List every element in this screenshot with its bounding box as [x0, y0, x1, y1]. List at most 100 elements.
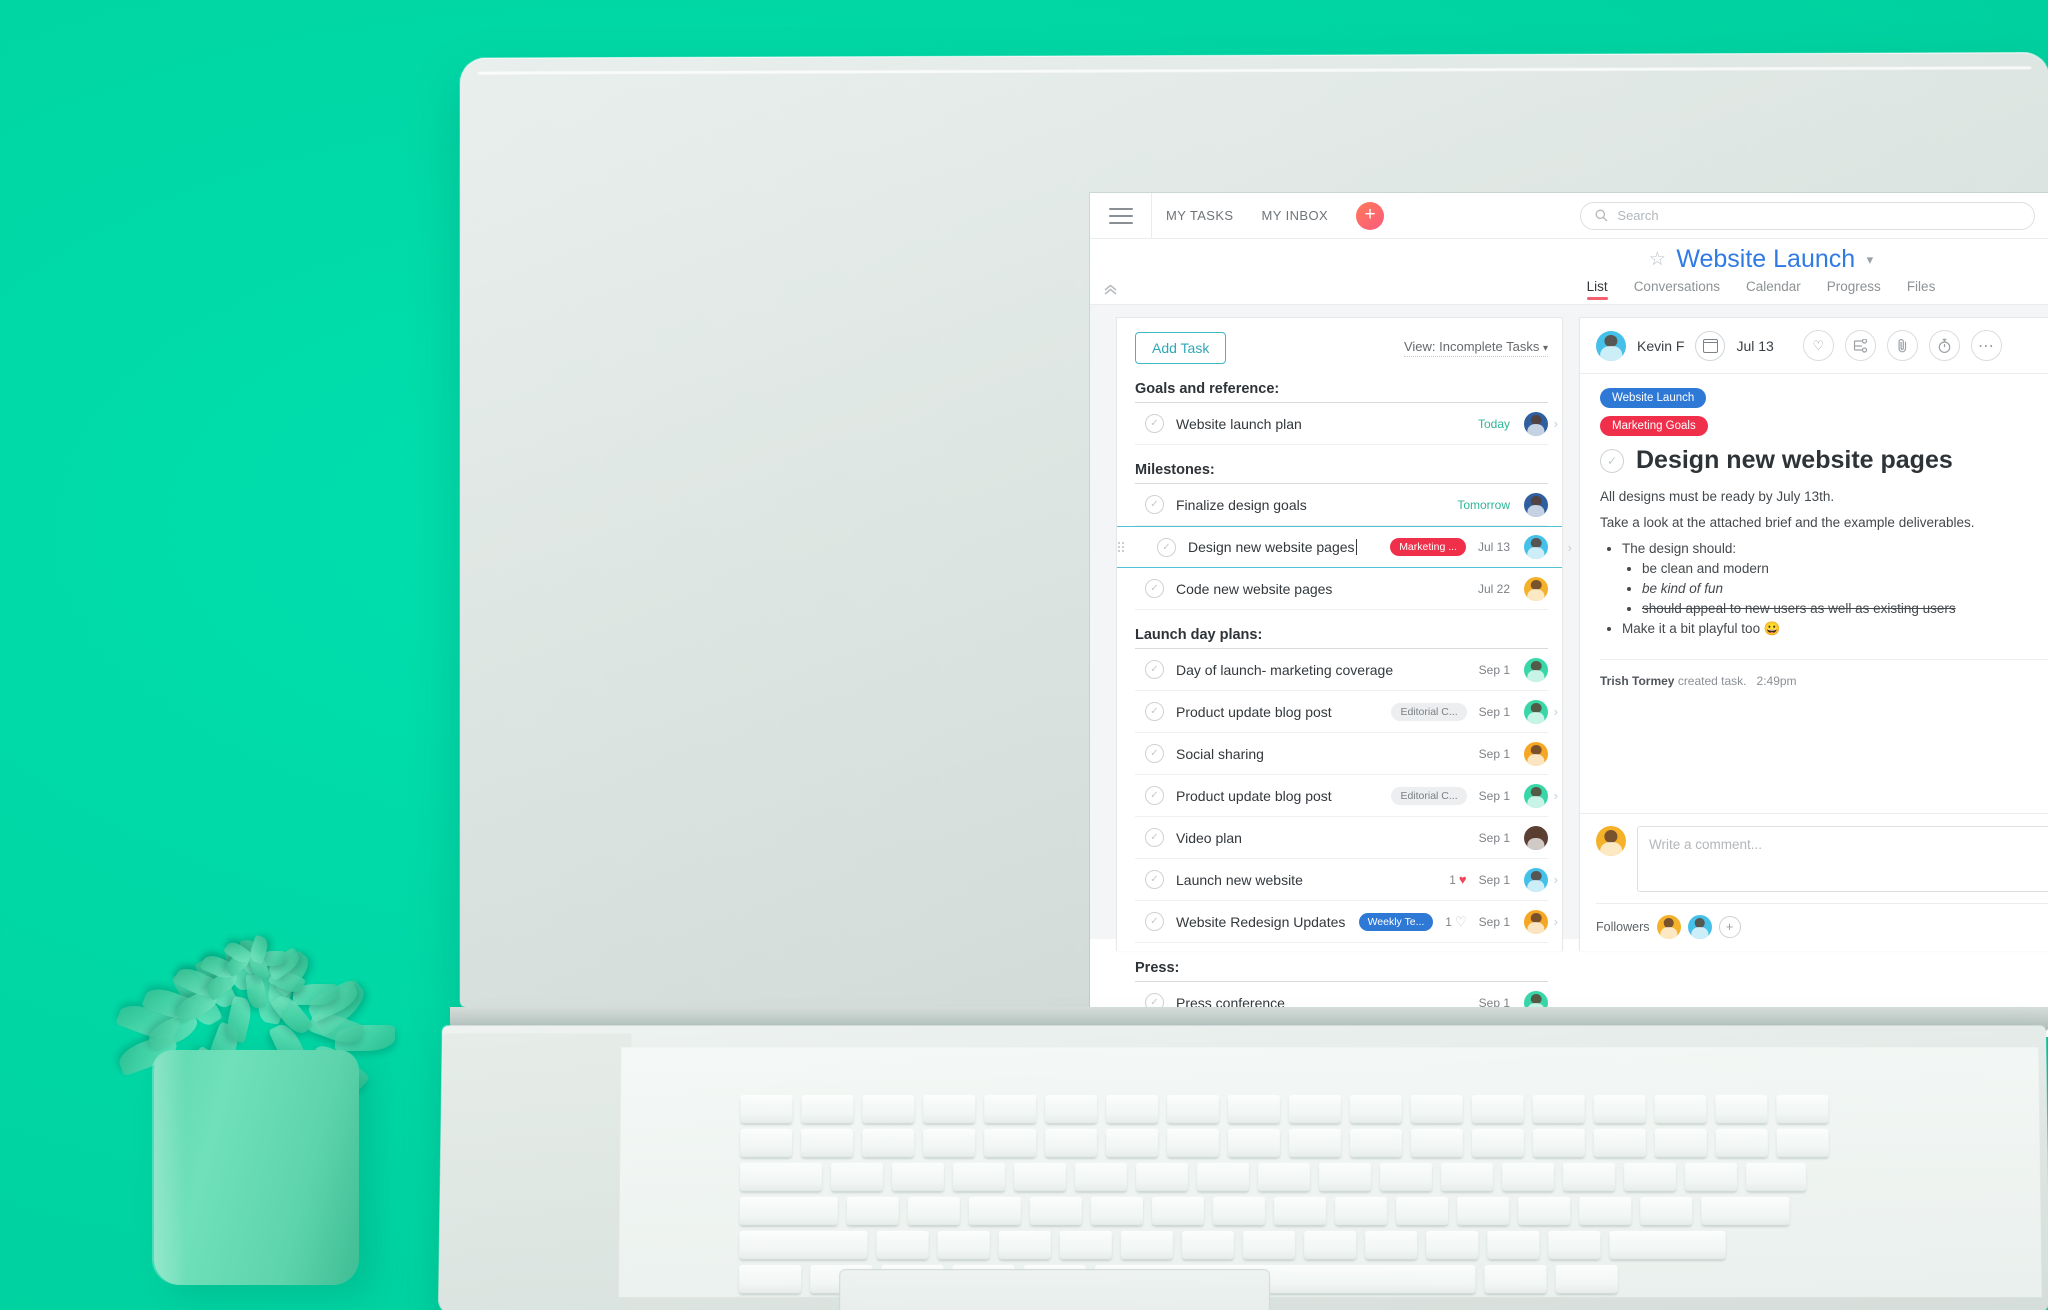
heart-icon[interactable]: ♡ [1802, 330, 1834, 361]
task-tag-badge[interactable]: Editorial C... [1391, 786, 1467, 805]
avatar[interactable] [1524, 909, 1548, 934]
task-name[interactable]: Social sharing [1176, 746, 1467, 762]
chevron-right-icon[interactable]: › [1554, 416, 1558, 431]
task-due-date[interactable]: Jul 13 [1478, 540, 1510, 554]
task-name[interactable]: Design new website pages [1188, 539, 1378, 555]
add-follower-button[interactable]: + [1718, 916, 1741, 938]
table-row[interactable]: ✓ Social sharing Sep 1 [1135, 733, 1548, 775]
due-date-button[interactable] [1695, 330, 1726, 361]
tab-calendar[interactable]: Calendar [1746, 279, 1801, 300]
avatar[interactable] [1524, 576, 1548, 601]
chevron-right-icon[interactable]: › [1568, 540, 1572, 555]
table-row[interactable]: ✓ Code new website pages Jul 22 [1135, 568, 1548, 610]
task-due-date[interactable]: Today [1478, 417, 1510, 431]
table-row[interactable]: ✓ Website launch plan Today › [1135, 403, 1558, 445]
tab-list[interactable]: List [1586, 279, 1608, 300]
task-title[interactable]: Design new website pages [1636, 446, 1953, 475]
chevron-right-icon[interactable]: › [1554, 788, 1558, 803]
paperclip-icon[interactable] [1886, 330, 1918, 361]
avatar[interactable] [1524, 411, 1548, 436]
tab-conversations[interactable]: Conversations [1634, 279, 1720, 300]
task-name[interactable]: Product update blog post [1176, 704, 1379, 720]
tab-files[interactable]: Files [1907, 279, 1936, 300]
nav-my-inbox[interactable]: MY INBOX [1248, 208, 1343, 223]
task-due-date[interactable]: Sep 1 [1479, 789, 1510, 803]
avatar-assignee[interactable] [1596, 330, 1626, 361]
avatar[interactable] [1524, 741, 1548, 766]
quick-add-button[interactable]: + [1356, 201, 1385, 230]
task-due-date[interactable]: Sep 1 [1479, 915, 1510, 929]
task-complete-checkbox[interactable]: ✓ [1145, 870, 1164, 889]
table-row[interactable]: ✓ Website Redesign Updates Weekly Te... 1 ♡… [1135, 901, 1558, 943]
task-name[interactable]: Finalize design goals [1176, 497, 1445, 513]
assignee-name[interactable]: Kevin F [1637, 338, 1684, 354]
sidebar-collapse-button[interactable] [1090, 239, 1130, 305]
search-input[interactable]: Search [1580, 201, 2036, 230]
like-count[interactable]: 1 ♡ [1445, 914, 1466, 930]
task-complete-checkbox[interactable]: ✓ [1145, 414, 1164, 433]
chevron-right-icon[interactable]: › [1554, 872, 1558, 887]
task-complete-checkbox[interactable]: ✓ [1145, 786, 1164, 805]
task-name[interactable]: Website Redesign Updates [1176, 914, 1347, 930]
nav-my-tasks[interactable]: MY TASKS [1152, 208, 1248, 223]
avatar[interactable] [1524, 825, 1548, 850]
drag-handle-icon[interactable] [1117, 541, 1126, 554]
task-tag-badge[interactable]: Weekly Te... [1358, 912, 1434, 931]
task-complete-checkbox[interactable]: ✓ [1145, 660, 1164, 679]
avatar[interactable] [1524, 783, 1548, 808]
task-complete-checkbox[interactable]: ✓ [1600, 448, 1624, 473]
task-name[interactable]: Day of launch- marketing coverage [1176, 662, 1467, 678]
table-row[interactable]: ✓ Design new website pages Marketing ... Ju… [1117, 526, 1572, 568]
avatar[interactable] [1524, 867, 1548, 892]
table-row[interactable]: ✓ Product update blog post Editorial C... S… [1135, 775, 1558, 817]
avatar[interactable] [1524, 535, 1548, 559]
task-name[interactable]: Code new website pages [1176, 581, 1466, 597]
task-complete-checkbox[interactable]: ✓ [1145, 702, 1164, 721]
comment-input[interactable]: Write a comment... Comment [1637, 826, 2048, 892]
task-due-date[interactable]: Sep 1 [1479, 663, 1510, 677]
avatar[interactable] [1524, 492, 1548, 517]
task-tag-badge[interactable]: Editorial C... [1391, 702, 1467, 721]
task-name[interactable]: Product update blog post [1176, 788, 1379, 804]
task-complete-checkbox[interactable]: ✓ [1145, 912, 1164, 931]
avatar-follower-1[interactable] [1656, 915, 1681, 939]
avatar[interactable] [1524, 657, 1548, 682]
heart-icon[interactable]: ♡ [1455, 914, 1467, 929]
task-due-date[interactable]: Sep 1 [1479, 747, 1510, 761]
avatar[interactable] [1524, 699, 1548, 724]
chevron-right-icon[interactable]: › [1554, 704, 1558, 719]
task-due-date[interactable]: Sep 1 [1479, 873, 1510, 887]
task-due-date[interactable]: Sep 1 [1479, 831, 1510, 845]
task-due-date[interactable]: Tomorrow [1457, 498, 1510, 512]
due-date-label[interactable]: Jul 13 [1736, 338, 1773, 354]
add-task-button[interactable]: Add Task [1135, 332, 1227, 364]
star-outline-icon[interactable]: ☆ [1649, 249, 1666, 270]
chevron-down-icon[interactable]: ▾ [1867, 252, 1874, 267]
chevron-right-icon[interactable]: › [1554, 914, 1558, 929]
task-due-date[interactable]: Sep 1 [1479, 705, 1510, 719]
hamburger-icon[interactable] [1090, 193, 1152, 239]
task-complete-checkbox[interactable]: ✓ [1145, 744, 1164, 763]
view-selector[interactable]: View: Incomplete Tasks ▾ [1403, 339, 1548, 357]
tag-website-launch[interactable]: Website Launch [1600, 388, 1707, 408]
task-tag-badge[interactable]: Marketing ... [1390, 538, 1466, 556]
task-complete-checkbox[interactable]: ✓ [1145, 828, 1164, 847]
subtask-icon[interactable] [1844, 330, 1876, 361]
avatar-follower-2[interactable] [1687, 915, 1712, 939]
table-row[interactable]: ✓ Product update blog post Editorial C... S… [1135, 691, 1558, 733]
table-row[interactable]: ✓ Finalize design goals Tomorrow [1135, 484, 1548, 526]
task-complete-checkbox[interactable]: ✓ [1157, 537, 1176, 557]
table-row[interactable]: ✓ Day of launch- marketing coverage Sep 1 [1135, 649, 1548, 691]
task-complete-checkbox[interactable]: ✓ [1145, 495, 1164, 514]
more-horizontal-icon[interactable]: ⋯ [1970, 330, 2002, 361]
tag-marketing-goals[interactable]: Marketing Goals [1600, 416, 1708, 436]
task-name[interactable]: Launch new website [1176, 872, 1437, 888]
task-due-date[interactable]: Jul 22 [1478, 582, 1510, 596]
like-count[interactable]: 1 ♥ [1449, 872, 1466, 887]
tab-progress[interactable]: Progress [1827, 279, 1881, 300]
task-name[interactable]: Website launch plan [1176, 416, 1466, 432]
table-row[interactable]: ✓ Video plan Sep 1 [1135, 817, 1548, 859]
table-row[interactable]: ✓ Launch new website 1 ♥ Sep 1 › [1135, 859, 1558, 901]
stopwatch-icon[interactable] [1928, 330, 1960, 361]
task-name[interactable]: Video plan [1176, 830, 1467, 846]
